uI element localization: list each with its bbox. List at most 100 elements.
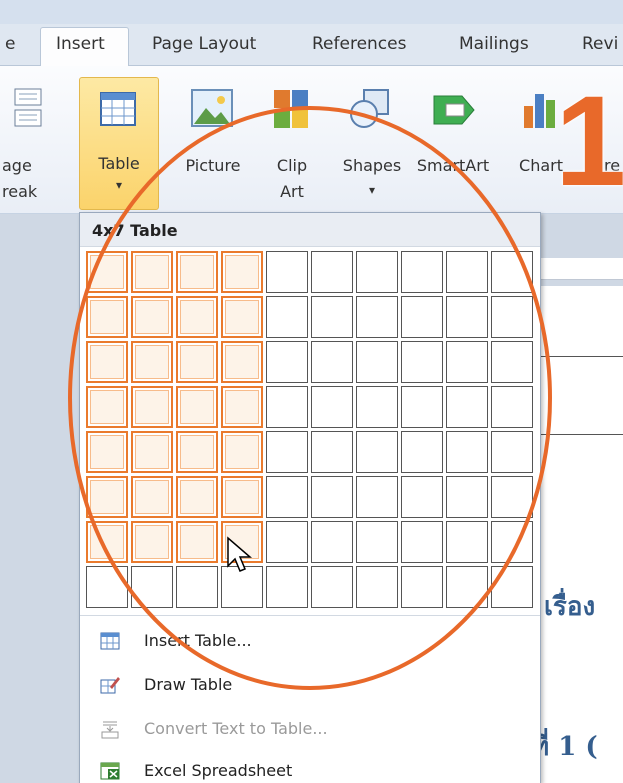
table-grid-cell[interactable] [176,341,218,383]
table-grid-cell[interactable] [221,341,263,383]
table-grid-cell[interactable] [401,386,443,428]
table-grid-cell[interactable] [86,566,128,608]
table-grid-cell[interactable] [491,251,533,293]
table-button[interactable]: Table ▾ [79,77,159,210]
table-grid-cell[interactable] [266,476,308,518]
tab-insert[interactable]: Insert [56,34,105,54]
table-grid-cell[interactable] [356,431,398,473]
table-grid-cell[interactable] [86,476,128,518]
table-grid-cell[interactable] [221,476,263,518]
table-grid-cell[interactable] [131,566,173,608]
chevron-down-icon: ▾ [368,183,376,197]
table-grid-cell[interactable] [176,566,218,608]
tab-review[interactable]: Revi [582,34,618,54]
table-grid-cell[interactable] [446,431,488,473]
document-text-1: เรื่อง [544,592,596,622]
table-grid-cell[interactable] [311,566,353,608]
table-grid-cell[interactable] [86,341,128,383]
table-grid-cell[interactable] [131,296,173,338]
table-grid-cell[interactable] [131,251,173,293]
table-grid-cell[interactable] [266,566,308,608]
ribbon-tab-bar: e Insert Page Layout References Mailings… [0,0,623,67]
table-grid-cell[interactable] [446,476,488,518]
table-grid-cell[interactable] [401,431,443,473]
table-grid-cell[interactable] [446,296,488,338]
table-grid-cell[interactable] [266,296,308,338]
table-grid-cell[interactable] [491,566,533,608]
table-grid-cell[interactable] [176,251,218,293]
table-grid-cell[interactable] [446,386,488,428]
draw-table-menu-item[interactable]: Draw Table [80,663,540,707]
table-grid-cell[interactable] [221,431,263,473]
clip-art-label-2: Art [280,182,304,201]
table-grid-cell[interactable] [401,476,443,518]
table-grid-cell[interactable] [266,386,308,428]
table-grid-cell[interactable] [176,521,218,563]
table-grid-cell[interactable] [131,521,173,563]
table-grid-cell[interactable] [401,521,443,563]
table-grid-cell[interactable] [131,386,173,428]
tab-page-layout[interactable]: Page Layout [152,34,256,54]
table-grid-cell[interactable] [221,251,263,293]
table-grid-cell[interactable] [401,251,443,293]
table-grid-cell[interactable] [131,476,173,518]
table-grid-cell[interactable] [221,296,263,338]
picture-button[interactable]: Picture [178,88,248,198]
table-grid-cell[interactable] [446,251,488,293]
table-grid-cell[interactable] [491,521,533,563]
table-grid-cell[interactable] [86,521,128,563]
table-grid-cell[interactable] [491,341,533,383]
tab-previous[interactable]: e [5,34,15,54]
table-grid-cell[interactable] [176,386,218,428]
table-border-line [540,356,623,357]
insert-table-menu-item[interactable]: Insert Table... [80,619,540,663]
table-grid-cell[interactable] [311,296,353,338]
document-page[interactable]: เรื่อง ที่ 1 ( [532,286,623,783]
tab-mailings[interactable]: Mailings [459,34,529,54]
table-grid-cell[interactable] [266,341,308,383]
table-grid-cell[interactable] [356,251,398,293]
table-grid-cell[interactable] [176,476,218,518]
tab-references[interactable]: References [312,34,406,54]
table-grid-cell[interactable] [356,386,398,428]
table-grid-cell[interactable] [356,566,398,608]
table-grid-cell[interactable] [311,386,353,428]
table-grid-cell[interactable] [401,296,443,338]
table-grid-cell[interactable] [131,341,173,383]
table-grid-cell[interactable] [491,296,533,338]
table-grid-cell[interactable] [86,431,128,473]
table-grid-cell[interactable] [266,251,308,293]
table-grid-cell[interactable] [131,431,173,473]
table-grid-cell[interactable] [221,386,263,428]
table-grid-cell[interactable] [356,476,398,518]
table-grid-cell[interactable] [401,341,443,383]
table-grid-cell[interactable] [491,431,533,473]
table-grid-cell[interactable] [446,341,488,383]
table-grid-cell[interactable] [401,566,443,608]
shapes-button[interactable]: Shapes ▾ [334,88,410,208]
table-grid-cell[interactable] [356,296,398,338]
table-grid-cell[interactable] [311,431,353,473]
table-grid-cell[interactable] [446,566,488,608]
table-grid-cell[interactable] [356,341,398,383]
table-grid-cell[interactable] [491,386,533,428]
table-grid-cell[interactable] [311,251,353,293]
convert-text-menu-item[interactable]: Convert Text to Table... [80,707,540,751]
table-grid-cell[interactable] [86,251,128,293]
table-grid-cell[interactable] [86,296,128,338]
table-icon [100,92,136,126]
table-grid-cell[interactable] [311,476,353,518]
table-grid-cell[interactable] [266,521,308,563]
table-grid-cell[interactable] [86,386,128,428]
excel-spreadsheet-menu-item[interactable]: Excel Spreadsheet [80,749,540,783]
table-grid-cell[interactable] [311,521,353,563]
smartart-button[interactable]: SmartArt [410,88,496,198]
table-grid-cell[interactable] [356,521,398,563]
table-grid-cell[interactable] [491,476,533,518]
table-grid-cell[interactable] [266,431,308,473]
clip-art-button[interactable]: Clip Art [262,88,322,201]
table-grid-cell[interactable] [176,431,218,473]
table-grid-cell[interactable] [176,296,218,338]
table-grid-cell[interactable] [311,341,353,383]
table-grid-cell[interactable] [446,521,488,563]
